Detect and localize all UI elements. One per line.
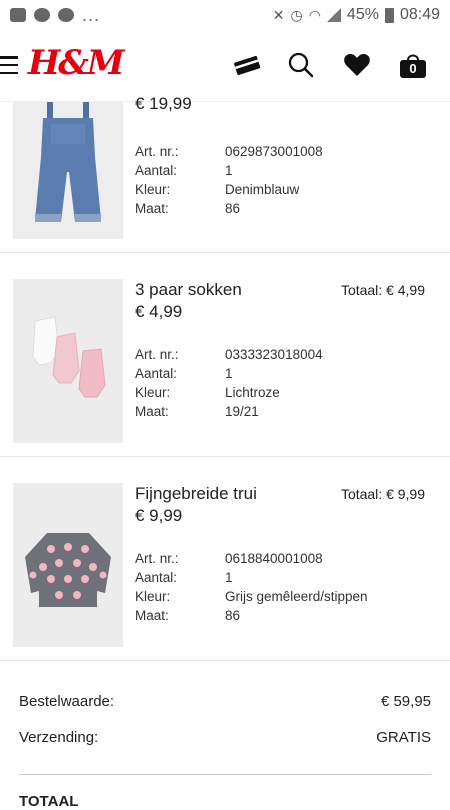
more-notifications: ... (82, 4, 101, 25)
item-price: € 4,99 (135, 302, 183, 321)
product-image-knitted-sweater[interactable] (13, 483, 123, 647)
alarm-icon: ◷ (290, 6, 303, 23)
quantity-value: 1 (225, 570, 233, 585)
order-value-label: Bestelwaarde: (19, 693, 115, 710)
color-value: Grijs gemêleerd/stippen (225, 589, 368, 604)
order-value-row: Bestelwaarde: € 59,95 (19, 693, 431, 710)
item-price: € 9,99 (135, 506, 183, 525)
cart-item: 3 paar sokken Totaal: € 4,99 € 4,99 Art.… (0, 253, 450, 457)
hm-logo[interactable]: H&M (28, 43, 124, 83)
quantity-value: 1 (225, 163, 233, 178)
shipping-row: Verzending: GRATIS (19, 729, 431, 746)
size-label: Maat: (135, 608, 169, 623)
menu-icon[interactable] (0, 56, 18, 74)
item-total: Totaal: € 9,99 (340, 486, 425, 502)
art-nr-label: Art. nr.: (135, 144, 179, 159)
size-value: 86 (225, 201, 241, 216)
item-details: Art. nr.: 0618840001008 Aantal: 1 Kleur: Gr… (135, 549, 368, 625)
cart-content: € 19,99 Art. nr.: 0629873001008 Aantal: 1 … (0, 94, 450, 661)
item-name[interactable]: Fijngebreide trui (135, 484, 257, 504)
order-summary: Bestelwaarde: € 59,95 Verzending: GRATIS… (0, 661, 450, 810)
whatsapp-notification-icon (34, 8, 50, 22)
total-row: TOTAAL (19, 793, 431, 810)
search-icon[interactable] (286, 50, 316, 80)
quantity-value: 1 (225, 366, 233, 381)
clock: 08:49 (399, 6, 440, 23)
battery-icon (384, 7, 394, 23)
shipping-value: GRATIS (376, 729, 431, 746)
size-label: Maat: (135, 404, 169, 419)
item-price: € 19,99 (135, 94, 192, 113)
art-nr-label: Art. nr.: (135, 347, 179, 362)
summary-divider (19, 774, 431, 775)
art-nr-label: Art. nr.: (135, 551, 179, 566)
signal-icon (326, 8, 341, 22)
gallery-notification-icon (10, 8, 26, 22)
quantity-label: Aantal: (135, 570, 178, 585)
cart-item: Fijngebreide trui Totaal: € 9,99 € 9,99 … (0, 457, 450, 661)
art-nr-value: 0333323018004 (225, 347, 323, 362)
battery-percent: 45% (346, 6, 379, 23)
wifi-icon: ◠ (308, 6, 321, 23)
color-label: Kleur: (135, 182, 171, 197)
mute-icon: ✕ (272, 6, 285, 23)
download-notification-icon (58, 8, 74, 22)
quantity-label: Aantal: (135, 163, 178, 178)
color-label: Kleur: (135, 385, 171, 400)
bag-count: 0 (409, 61, 417, 76)
art-nr-value: 0629873001008 (225, 144, 323, 159)
quantity-label: Aantal: (135, 366, 178, 381)
product-image-socks[interactable] (13, 279, 123, 443)
item-details: Art. nr.: 0629873001008 Aantal: 1 Kleur: De… (135, 142, 323, 218)
color-value: Denimblauw (225, 182, 300, 197)
size-label: Maat: (135, 201, 169, 216)
heart-favorites-icon[interactable] (342, 50, 372, 80)
shopping-bag-icon[interactable]: 0 (397, 50, 429, 80)
item-details: Art. nr.: 0333323018004 Aantal: 1 Kleur: Li… (135, 345, 323, 421)
membership-card-icon[interactable] (232, 50, 262, 80)
item-total: Totaal: € 4,99 (340, 282, 425, 298)
shipping-label: Verzending: (19, 729, 99, 746)
cart-item: € 19,99 Art. nr.: 0629873001008 Aantal: 1 … (0, 94, 450, 253)
total-label: TOTAAL (19, 793, 79, 810)
order-value-amount: € 59,95 (380, 693, 431, 710)
product-image-denim-overalls[interactable] (13, 102, 123, 239)
size-value: 86 (225, 608, 241, 623)
color-value: Lichtroze (225, 385, 280, 400)
size-value: 19/21 (225, 404, 259, 419)
status-bar: ... ✕ ◷ ◠ 45% 08:49 (0, 0, 450, 30)
color-label: Kleur: (135, 589, 171, 604)
app-header: H&M 0 (0, 30, 450, 102)
art-nr-value: 0618840001008 (225, 551, 323, 566)
item-name[interactable]: 3 paar sokken (135, 280, 242, 300)
